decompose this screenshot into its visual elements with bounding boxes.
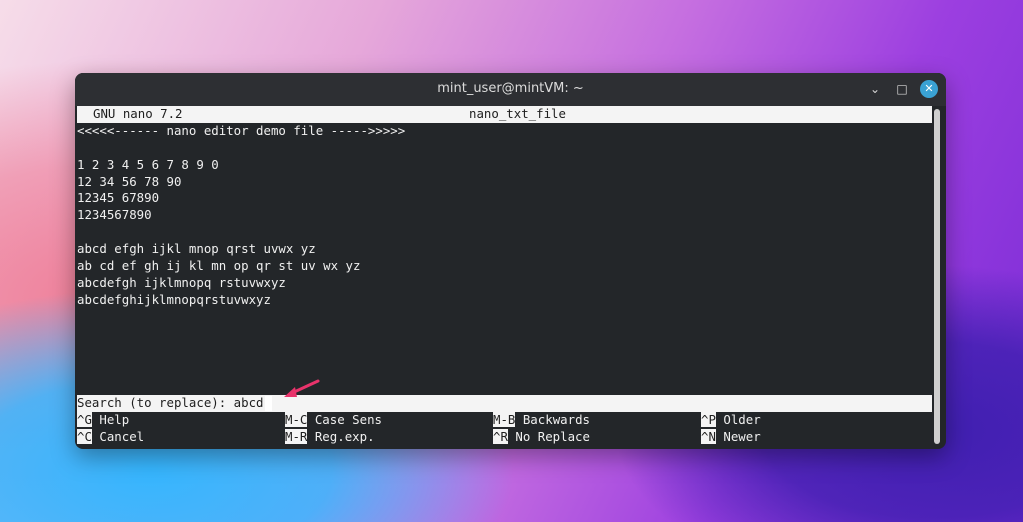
editor-line[interactable]: ab cd ef gh ij kl mn op qr st uv wx yz — [77, 258, 932, 275]
file-name: nano_txt_file — [469, 106, 566, 121]
editor-line[interactable]: abcdefgh ijklmnopq rstuvwxyz — [77, 275, 932, 292]
maximize-icon[interactable]: □ — [894, 81, 910, 97]
editor-line[interactable]: abcd efgh ijkl mnop qrst uvwx yz — [77, 241, 932, 258]
minimize-icon[interactable]: ⌄ — [867, 81, 883, 97]
nano-version: GNU nano 7.2 — [93, 106, 183, 121]
shortcut-regexp[interactable]: M-R Reg.exp. — [285, 428, 375, 446]
editor-line[interactable]: 1234567890 — [77, 207, 932, 224]
shortcut-help[interactable]: ^G Help — [77, 412, 129, 429]
editor-line[interactable]: abcdefghijklmnopqrstuvwxyz — [77, 292, 932, 309]
editor-line[interactable] — [77, 140, 932, 157]
shortcut-bar: ^G Help M-C Case Sens M-B Backwards ^P O… — [77, 412, 932, 446]
shortcut-row: ^G Help M-C Case Sens M-B Backwards ^P O… — [77, 412, 932, 429]
search-prompt-label: Search (to replace): — [77, 395, 234, 410]
shortcut-cancel[interactable]: ^C Cancel — [77, 428, 144, 446]
close-icon[interactable]: ✕ — [920, 80, 938, 98]
terminal-window: mint_user@mintVM: ~ ⌄ □ ✕ GNU nano 7.2 n… — [75, 73, 946, 449]
window-title: mint_user@mintVM: ~ — [437, 81, 584, 96]
text-cursor — [264, 396, 272, 411]
shortcut-case-sens[interactable]: M-C Case Sens — [285, 412, 382, 429]
editor-line[interactable] — [77, 224, 932, 241]
shortcut-no-replace[interactable]: ^R No Replace — [493, 428, 590, 446]
search-input[interactable]: abcd — [234, 395, 264, 410]
editor-line[interactable]: 12345 67890 — [77, 190, 932, 207]
annotation-arrow-icon — [284, 379, 320, 397]
scrollbar[interactable] — [934, 109, 940, 444]
shortcut-backwards[interactable]: M-B Backwards — [493, 412, 590, 429]
shortcut-row: ^C Cancel M-R Reg.exp. ^R No Replace ^N … — [77, 428, 932, 446]
shortcut-older[interactable]: ^P Older — [701, 412, 761, 429]
editor-line[interactable]: <<<<<------ nano editor demo file ----->… — [77, 123, 932, 140]
nano-terminal[interactable]: GNU nano 7.2 nano_txt_file <<<<<------ n… — [77, 106, 932, 448]
title-bar: mint_user@mintVM: ~ ⌄ □ ✕ — [75, 73, 946, 106]
search-prompt-bar[interactable]: Search (to replace): abcd — [77, 395, 932, 412]
shortcut-newer[interactable]: ^N Newer — [701, 428, 761, 446]
editor-line[interactable]: 12 34 56 78 90 — [77, 174, 932, 191]
nano-header-bar: GNU nano 7.2 nano_txt_file — [77, 106, 932, 123]
editor-line[interactable]: 1 2 3 4 5 6 7 8 9 0 — [77, 157, 932, 174]
